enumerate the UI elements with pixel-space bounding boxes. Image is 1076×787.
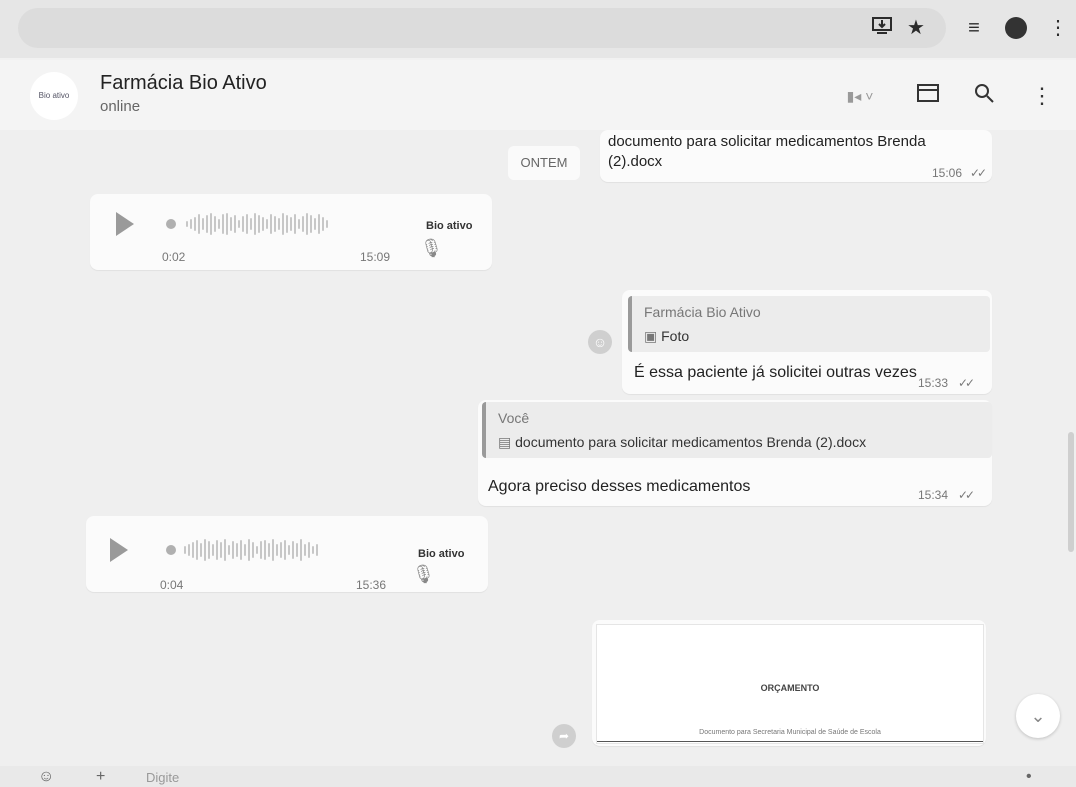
audio-duration: 0:02 xyxy=(162,250,186,264)
emoji-icon[interactable]: ☺ xyxy=(38,768,54,786)
contact-status: online xyxy=(100,98,141,115)
message-time: 15:36 xyxy=(356,578,387,592)
browser-toolbar: ★ ≡ ⋮ xyxy=(0,0,1076,58)
quote-content: ▤ documento para solicitar medicamentos … xyxy=(498,434,866,451)
chat-scrollbar[interactable] xyxy=(1068,432,1074,552)
audio-waveform[interactable] xyxy=(184,538,384,562)
star-icon[interactable]: ★ xyxy=(902,14,930,42)
chat-header[interactable]: Bio ativo Farmácia Bio Ativo online ▮◂ ˅… xyxy=(0,60,1076,130)
message-time: 15:34 xyxy=(918,488,949,502)
document-preview[interactable]: ORÇAMENTO Documento para Secretaria Muni… xyxy=(592,620,986,746)
more-vert-icon[interactable]: ⋮ xyxy=(1030,82,1054,110)
attach-icon[interactable]: + xyxy=(96,768,105,786)
message-time: 15:33 xyxy=(918,376,949,390)
profile-icon[interactable] xyxy=(1002,14,1030,42)
microphone-icon: 🎙 xyxy=(412,564,435,584)
document-heading: ORÇAMENTO xyxy=(760,683,820,693)
read-ticks-icon: ✓✓ xyxy=(970,166,987,180)
emoji-reaction-icon[interactable]: ☺ xyxy=(588,330,612,354)
read-ticks-icon: ✓✓ xyxy=(958,376,975,390)
catalog-icon[interactable] xyxy=(912,82,944,110)
document-icon: ▤ xyxy=(498,434,512,450)
chevron-down-icon: ⌄ xyxy=(1030,706,1046,726)
reply-message[interactable]: Você ▤ documento para solicitar medicame… xyxy=(478,400,992,506)
message-text: Agora preciso desses medicamentos xyxy=(488,478,751,495)
read-ticks-icon: ✓✓ xyxy=(958,488,975,502)
message-composer[interactable]: ☺ + Digite • xyxy=(0,766,1076,787)
quote-text: Foto xyxy=(661,328,690,344)
message-time: 15:06 xyxy=(932,166,963,180)
quoted-message[interactable]: Farmácia Bio Ativo ▣ Foto xyxy=(628,296,990,352)
quoted-message[interactable]: Você ▤ documento para solicitar medicame… xyxy=(482,402,992,458)
forward-icon[interactable]: ➦ xyxy=(552,724,576,748)
audio-waveform[interactable] xyxy=(186,212,386,236)
quote-text: documento para solicitar medicamentos Br… xyxy=(515,434,867,450)
audio-scrubber[interactable] xyxy=(166,219,176,229)
message-input[interactable]: Digite xyxy=(146,770,179,785)
document-thumbnail[interactable]: ORÇAMENTO Documento para Secretaria Muni… xyxy=(596,624,984,744)
more-vert-icon[interactable]: ⋮ xyxy=(1044,14,1072,42)
quote-content: ▣ Foto xyxy=(644,328,689,345)
document-caption: Documento para Secretaria Municipal de S… xyxy=(699,729,881,736)
media-list-icon[interactable]: ≡ xyxy=(960,14,988,42)
address-bar[interactable] xyxy=(18,8,946,48)
contact-name[interactable]: Farmácia Bio Ativo xyxy=(100,72,267,95)
message-time: 15:09 xyxy=(360,250,391,264)
play-icon[interactable] xyxy=(116,212,134,236)
scroll-down-button[interactable]: ⌄ xyxy=(1016,694,1060,738)
video-call-icon[interactable]: ▮◂ ˅ xyxy=(840,82,880,110)
reply-message[interactable]: Farmácia Bio Ativo ▣ Foto É essa pacient… xyxy=(622,290,992,394)
audio-message[interactable]: 0:04 15:36 Bio ativo 🎙 xyxy=(86,516,488,592)
document-message[interactable]: documento para solicitar medicamentos Br… xyxy=(600,130,992,182)
play-icon[interactable] xyxy=(110,538,128,562)
message-text: É essa paciente já solicitei outras veze… xyxy=(634,364,917,381)
microphone-icon[interactable]: • xyxy=(1026,768,1032,786)
quote-author: Você xyxy=(498,410,530,426)
audio-scrubber[interactable] xyxy=(166,545,176,555)
date-divider: ONTEM xyxy=(508,146,580,180)
sender-brand: Bio ativo xyxy=(426,220,473,232)
install-app-icon[interactable] xyxy=(868,14,896,42)
camera-icon: ▣ xyxy=(644,328,658,344)
audio-message[interactable]: 0:02 15:09 Bio ativo 🎙 xyxy=(90,194,492,270)
audio-duration: 0:04 xyxy=(160,578,184,592)
sender-brand: Bio ativo xyxy=(418,548,465,560)
document-message-text: documento para solicitar medicamentos Br… xyxy=(608,133,926,170)
avatar[interactable]: Bio ativo xyxy=(30,72,78,120)
quote-author: Farmácia Bio Ativo xyxy=(644,304,761,320)
microphone-icon: 🎙 xyxy=(420,238,443,258)
search-icon[interactable] xyxy=(968,82,1000,110)
document-rule xyxy=(597,741,983,742)
